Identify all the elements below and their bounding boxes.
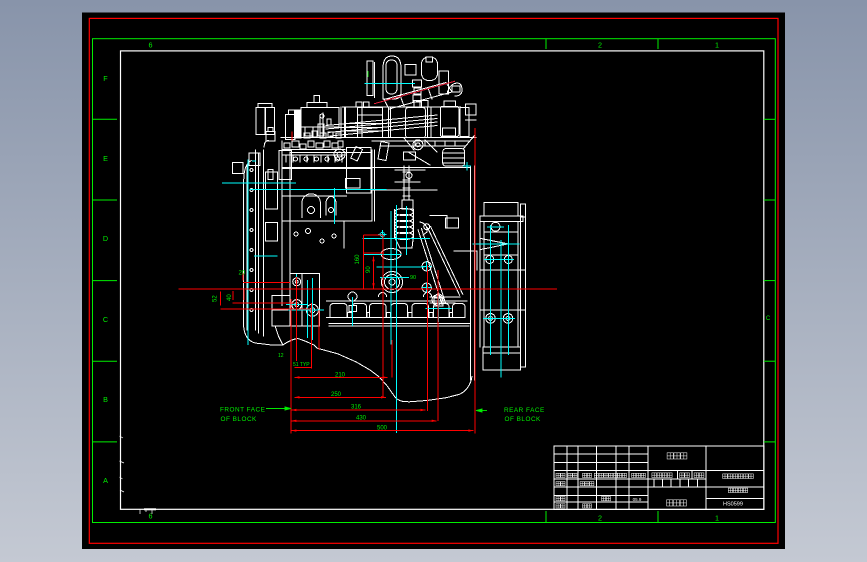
svg-text:A: A (103, 476, 108, 485)
svg-text:90: 90 (410, 275, 416, 281)
svg-text:52: 52 (213, 295, 219, 302)
svg-text:6: 6 (149, 41, 153, 50)
svg-text:90: 90 (366, 266, 372, 273)
svg-text:F: F (103, 74, 108, 83)
svg-text:05.9: 05.9 (633, 497, 642, 502)
svg-text:B: B (103, 395, 108, 404)
svg-text:316: 316 (351, 405, 362, 411)
svg-text:40: 40 (227, 294, 233, 301)
svg-text:D: D (103, 234, 108, 243)
svg-text:12: 12 (278, 353, 284, 359)
svg-text:REAR FACE: REAR FACE (504, 407, 545, 414)
svg-text:1: 1 (715, 514, 719, 523)
svg-text:500: 500 (377, 426, 388, 432)
svg-text:1: 1 (715, 41, 719, 50)
svg-text:51 TYP: 51 TYP (293, 362, 310, 368)
svg-text:OF BLOCK: OF BLOCK (221, 416, 258, 423)
svg-text:C: C (103, 315, 108, 324)
svg-text:E: E (103, 154, 108, 163)
svg-text:FRONT FACE: FRONT FACE (220, 407, 265, 414)
svg-text:430: 430 (356, 416, 367, 422)
svg-text:OF BLOCK: OF BLOCK (505, 416, 542, 423)
svg-text:2: 2 (598, 514, 602, 523)
svg-text:210: 210 (335, 373, 346, 379)
svg-text:20: 20 (239, 271, 246, 277)
svg-text:C: C (766, 316, 771, 322)
svg-text:HS0599: HS0599 (723, 502, 743, 508)
svg-text:160: 160 (355, 254, 361, 265)
svg-text:2: 2 (598, 41, 602, 50)
svg-text:250: 250 (331, 392, 342, 398)
